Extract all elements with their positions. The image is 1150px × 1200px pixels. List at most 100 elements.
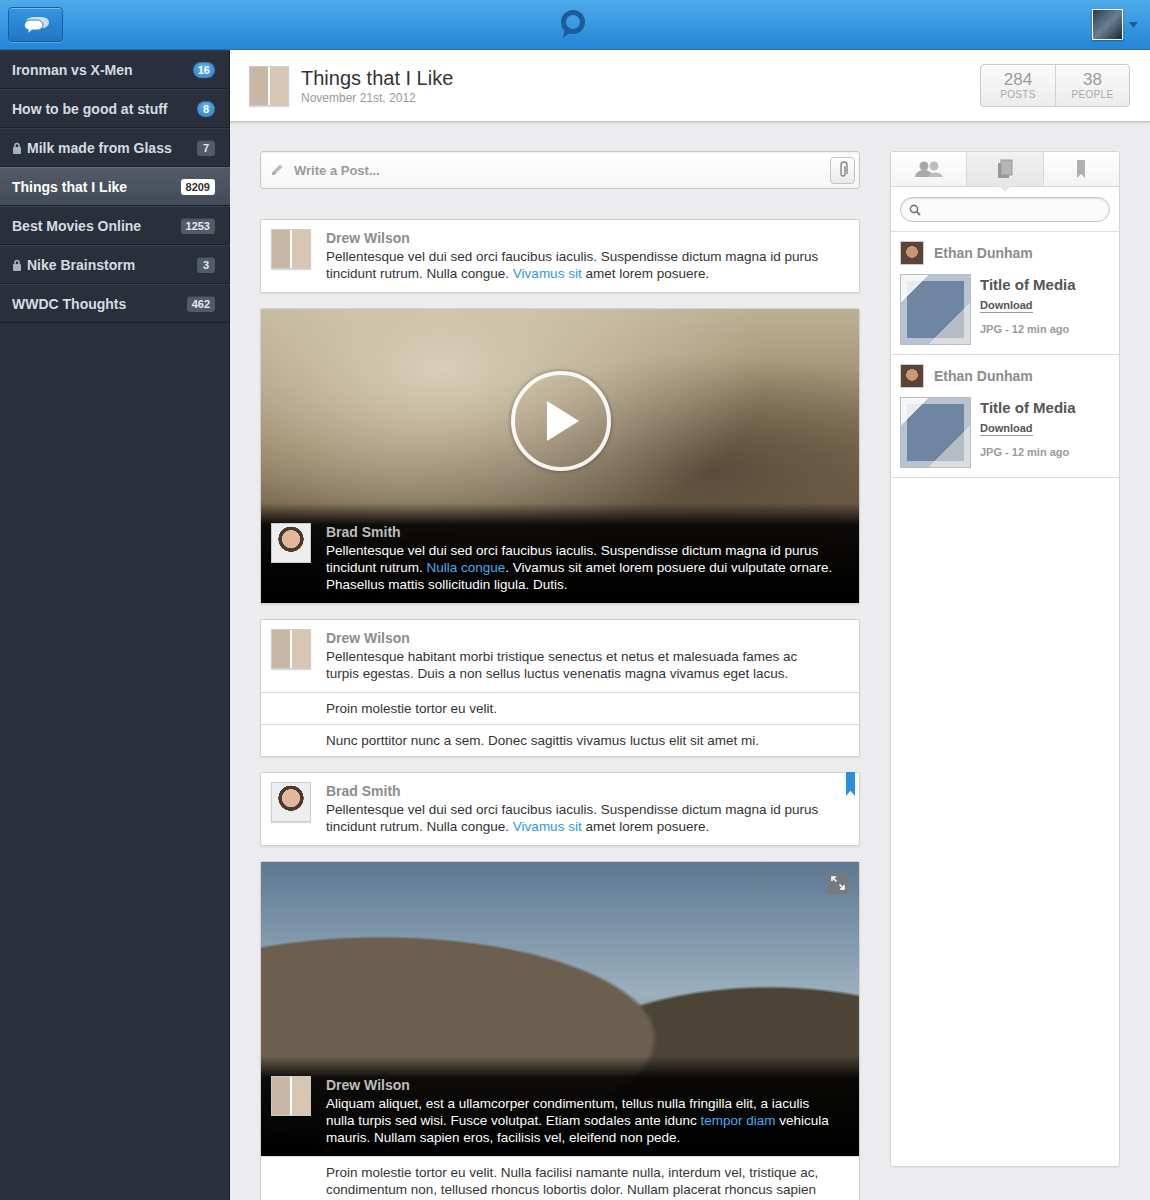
- post-text-run: amet lorem posuere.: [582, 266, 710, 281]
- conversation-avatar: [249, 66, 289, 106]
- post-text-run: Pellentesque habitant morbi tristique se…: [326, 649, 797, 681]
- stat-label: POSTS: [985, 89, 1051, 101]
- photo-post: Drew WilsonAliquam aliquet, est a ullamc…: [260, 861, 860, 1200]
- paperclip-icon: [838, 161, 848, 179]
- post-link[interactable]: Vivamus sit: [513, 819, 582, 834]
- sidebar-label: How to be good at stuff: [12, 101, 168, 117]
- lock-icon: [12, 142, 22, 154]
- play-button[interactable]: [511, 371, 611, 471]
- media-title: Title of Media: [980, 398, 1076, 418]
- sidebar-item[interactable]: Ironman vs X-Men 16: [0, 50, 230, 89]
- post-text: Pellentesque vel dui sed orci faucibus i…: [326, 248, 829, 282]
- sidebar-item[interactable]: WWDC Thoughts 462: [0, 284, 230, 323]
- post-text: Aliquam aliquet, est a ullamcorper condi…: [326, 1095, 834, 1146]
- media-item: Ethan Dunham Title of Media Download JPG - …: [891, 355, 1119, 478]
- author-avatar[interactable]: [271, 523, 311, 563]
- stat-value: 38: [1060, 71, 1125, 89]
- new-conversation-button[interactable]: [8, 7, 63, 42]
- media-meta: JPG - 12 min ago: [980, 445, 1076, 459]
- media-thumbnail[interactable]: [900, 397, 971, 468]
- reply: Proin molestie tortor eu velit.: [261, 692, 859, 724]
- sidebar-item[interactable]: How to be good at stuff 8: [0, 89, 230, 128]
- stat[interactable]: 38PEOPLE: [1055, 65, 1129, 106]
- sidebar-label: Nike Brainstorm: [27, 257, 135, 273]
- stat[interactable]: 284POSTS: [981, 65, 1055, 106]
- play-icon: [541, 399, 581, 443]
- download-link[interactable]: Download: [980, 299, 1033, 313]
- author-name[interactable]: Ethan Dunham: [934, 367, 1033, 386]
- author-avatar[interactable]: [900, 241, 924, 265]
- video-post: Brad SmithPellentesque vel dui sed orci …: [260, 308, 860, 604]
- author-name[interactable]: Drew Wilson: [326, 1076, 834, 1095]
- search-field[interactable]: [900, 197, 1110, 222]
- media-title: Title of Media: [980, 275, 1076, 295]
- panel-tab[interactable]: [1043, 152, 1119, 186]
- media-meta: JPG - 12 min ago: [980, 322, 1076, 336]
- attach-button[interactable]: [830, 157, 855, 184]
- panel-tab[interactable]: [891, 152, 966, 186]
- sidebar-label: Milk made from Glass: [27, 140, 172, 156]
- documents-icon: [997, 159, 1013, 179]
- sidebar-label: Best Movies Online: [12, 218, 141, 234]
- chat-bubbles-icon: [22, 14, 50, 36]
- post-composer[interactable]: [260, 151, 860, 189]
- author-name[interactable]: Drew Wilson: [326, 629, 829, 648]
- media-thumbnail[interactable]: [900, 274, 971, 345]
- media-panel: Ethan Dunham Title of Media Download JPG - …: [890, 151, 1120, 1167]
- media-item: Ethan Dunham Title of Media Download JPG - …: [891, 232, 1119, 355]
- text-post: Brad SmithPellentesque vel dui sed orci …: [260, 772, 860, 846]
- count-badge: 8: [197, 101, 215, 117]
- author-avatar[interactable]: [900, 364, 924, 388]
- sidebar-item[interactable]: Best Movies Online 1253: [0, 206, 230, 245]
- author-avatar[interactable]: [271, 782, 311, 822]
- expand-button[interactable]: [827, 872, 849, 894]
- post-link[interactable]: Nulla congue: [427, 560, 506, 575]
- count-badge: 8209: [181, 179, 215, 195]
- reply: Proin molestie tortor eu velit. Nulla fa…: [261, 1156, 859, 1200]
- sidebar-label: Ironman vs X-Men: [12, 62, 133, 78]
- text-post: Drew WilsonPellentesque habitant morbi t…: [260, 619, 860, 757]
- photo[interactable]: Drew WilsonAliquam aliquet, est a ullamc…: [261, 862, 859, 1156]
- post-link[interactable]: Vivamus sit: [513, 266, 582, 281]
- download-link[interactable]: Download: [980, 422, 1033, 436]
- conversation-header: Things that I LikeNovember 21st, 2012 284…: [230, 50, 1150, 122]
- top-bar: [0, 0, 1150, 50]
- author-name[interactable]: Ethan Dunham: [934, 244, 1033, 263]
- reply: Nunc porttitor nunc a sem. Donec sagitti…: [261, 724, 859, 756]
- author-avatar[interactable]: [271, 1076, 311, 1116]
- conversation-date: November 21st, 2012: [301, 90, 453, 106]
- pencil-icon: [270, 163, 284, 177]
- author-name[interactable]: Brad Smith: [326, 782, 829, 801]
- panel-tab[interactable]: [966, 152, 1042, 186]
- user-avatar[interactable]: [1092, 9, 1123, 40]
- author-name[interactable]: Drew Wilson: [326, 229, 829, 248]
- post-link[interactable]: tempor diam: [700, 1113, 775, 1128]
- sidebar-item[interactable]: Milk made from Glass 7: [0, 128, 230, 167]
- stat-label: PEOPLE: [1060, 89, 1125, 101]
- sidebar-item[interactable]: Nike Brainstorm3: [0, 245, 230, 284]
- panel-tabs: [891, 152, 1119, 187]
- sidebar: Ironman vs X-Men 16 How to be good at stuf…: [0, 50, 230, 1200]
- stats-box: 284POSTS38PEOPLE: [980, 64, 1130, 107]
- post-text-run: amet lorem posuere.: [582, 819, 710, 834]
- search-input[interactable]: [926, 202, 1101, 218]
- sidebar-label: WWDC Thoughts: [12, 296, 126, 312]
- count-badge: 7: [197, 140, 215, 156]
- author-avatar[interactable]: [271, 629, 311, 669]
- author-name[interactable]: Brad Smith: [326, 523, 834, 542]
- conversation-title: Things that I Like: [301, 66, 453, 90]
- count-badge: 462: [187, 296, 215, 312]
- post-input[interactable]: [292, 162, 822, 179]
- people-icon: [914, 160, 944, 178]
- author-avatar[interactable]: [271, 229, 311, 269]
- app-logo-icon[interactable]: [558, 9, 588, 41]
- bookmark-ribbon[interactable]: [846, 772, 855, 796]
- main-area: Things that I LikeNovember 21st, 2012 284…: [230, 50, 1150, 1200]
- count-badge: 1253: [181, 218, 215, 234]
- expand-icon: [831, 876, 845, 890]
- sidebar-item[interactable]: Things that I Like8209: [0, 167, 230, 206]
- caret-down-icon[interactable]: [1129, 22, 1138, 28]
- feed: Drew WilsonPellentesque vel dui sed orci…: [260, 151, 860, 1200]
- count-badge: 16: [193, 62, 215, 78]
- video-frame[interactable]: Brad SmithPellentesque vel dui sed orci …: [261, 309, 859, 603]
